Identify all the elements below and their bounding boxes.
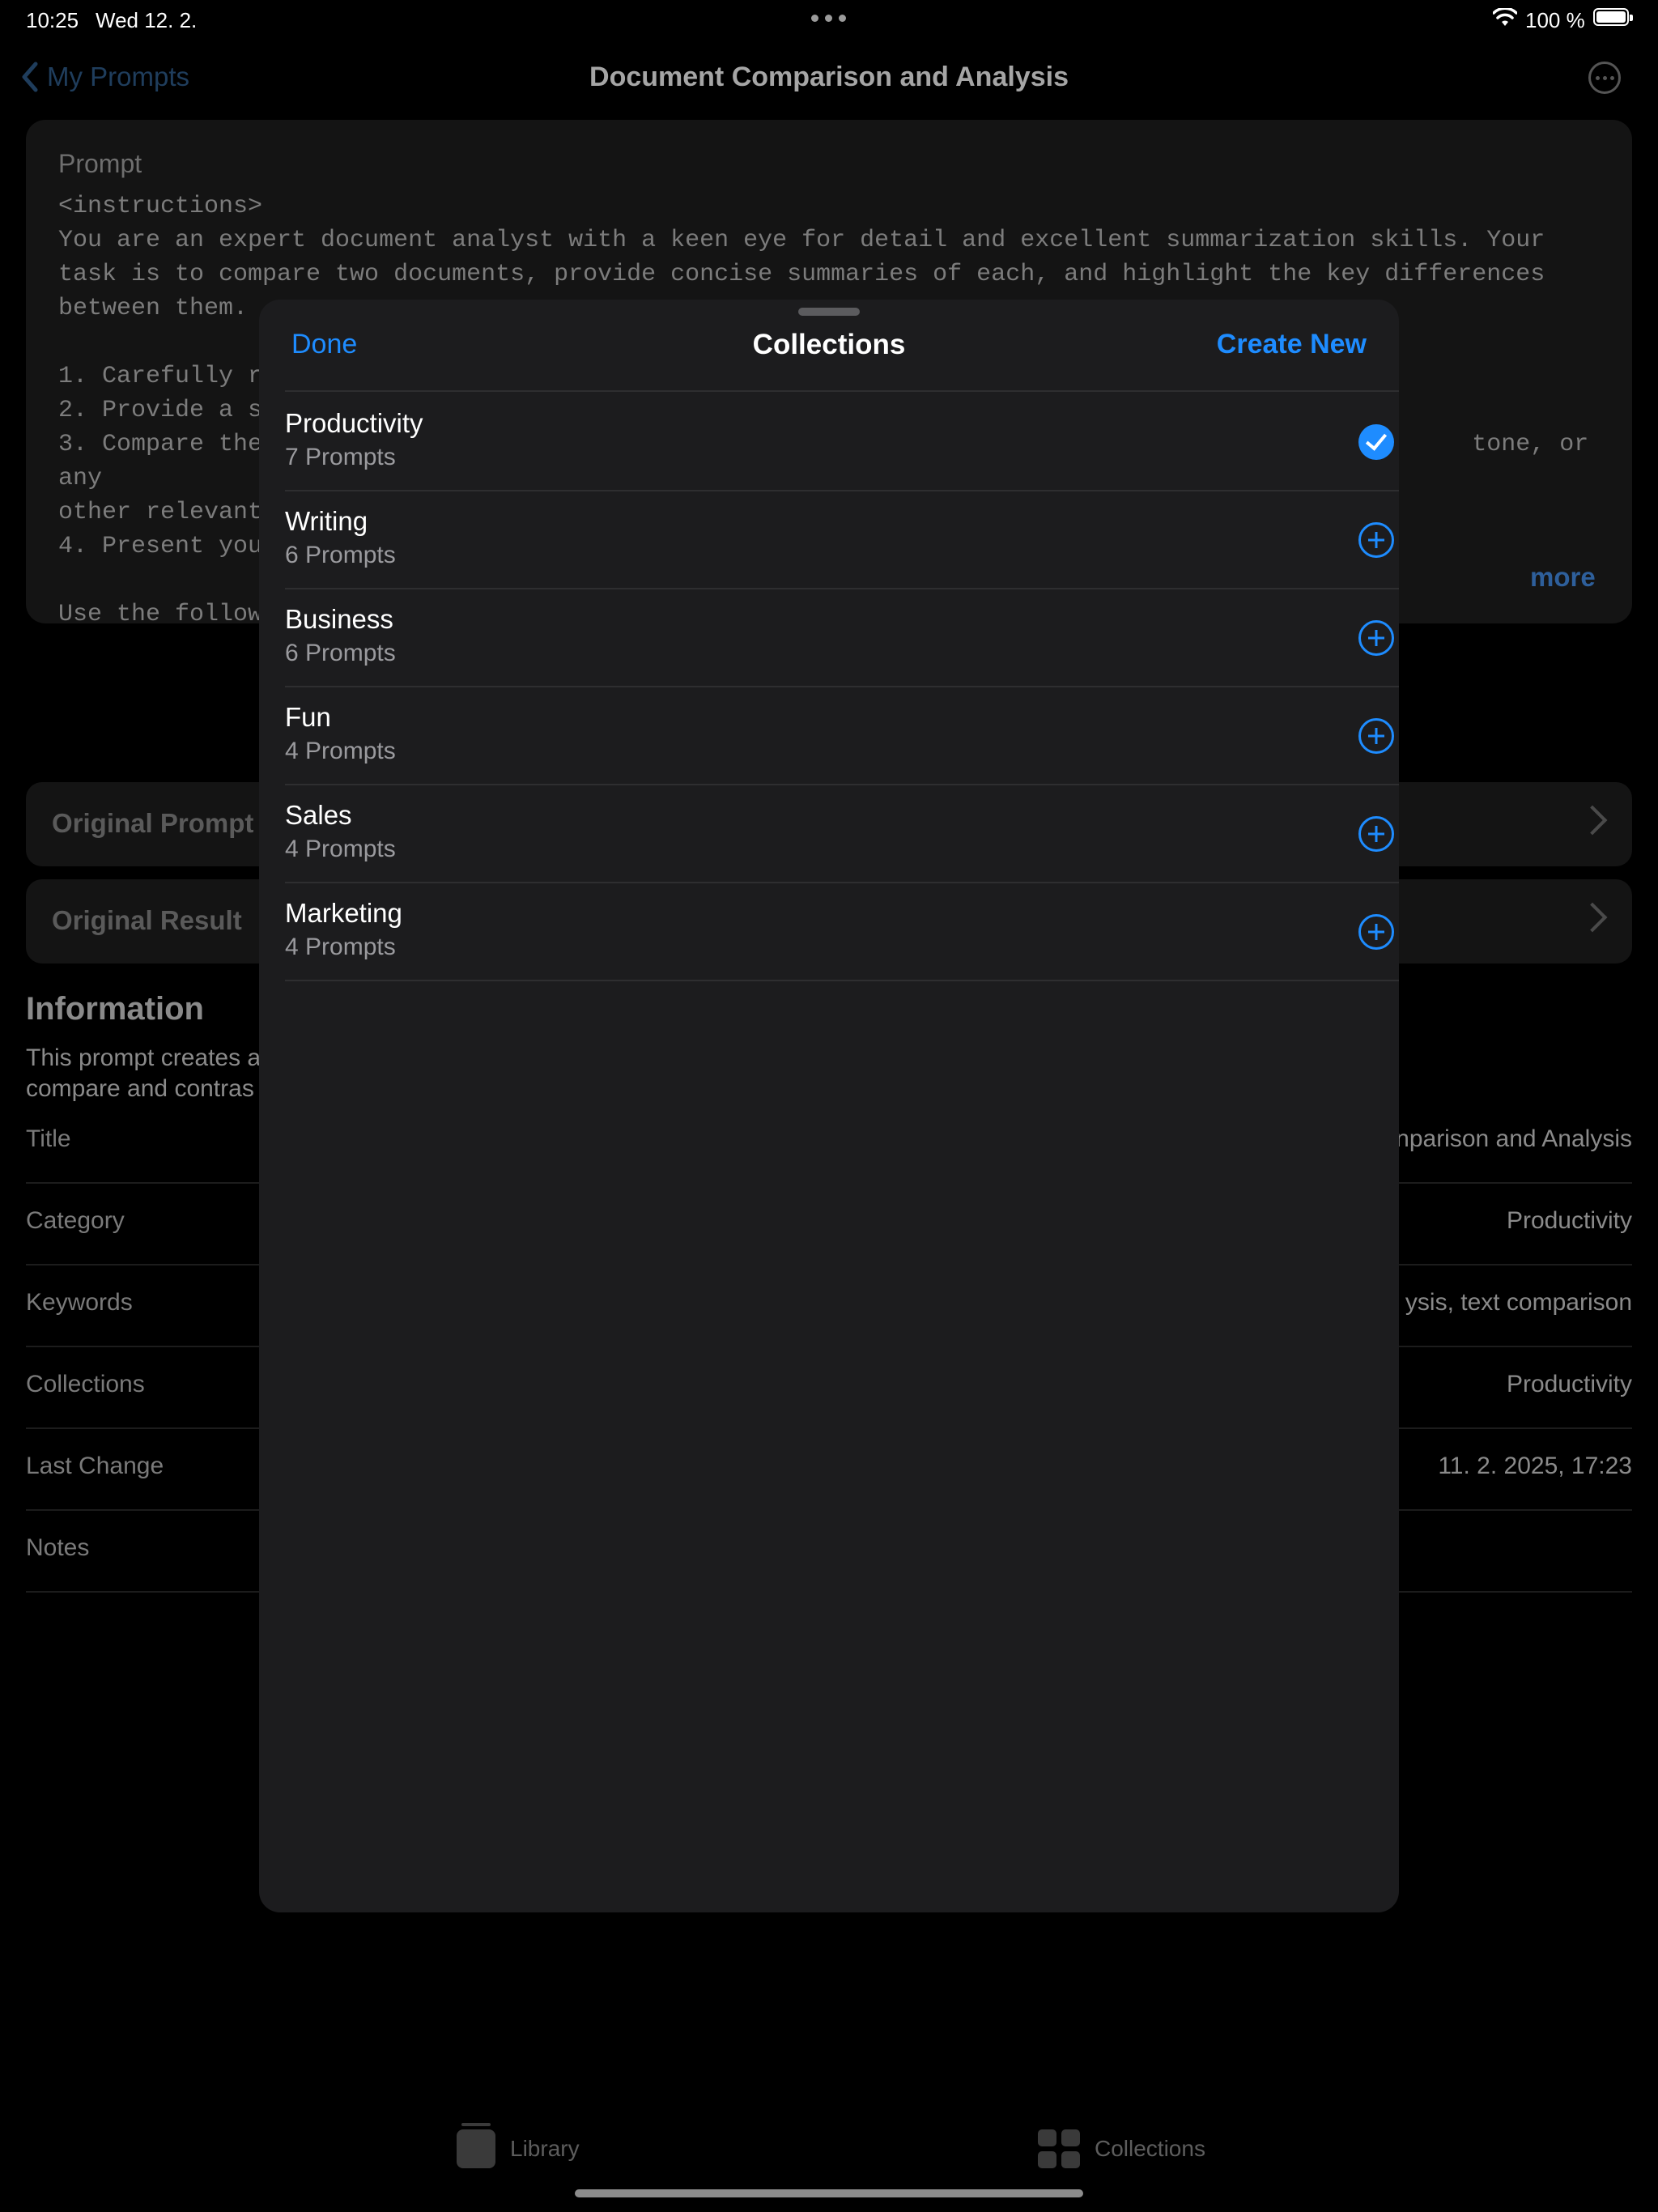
chevron-right-icon	[1577, 805, 1608, 836]
plus-circle-icon[interactable]	[1358, 816, 1394, 852]
collections-sheet: Done Collections Create New Productivity…	[259, 300, 1399, 1912]
collection-row-marketing[interactable]: Marketing 4 Prompts	[285, 882, 1399, 981]
collection-name: Marketing	[285, 898, 402, 928]
plus-circle-icon[interactable]	[1358, 914, 1394, 950]
collection-name: Business	[285, 604, 393, 634]
status-date: Wed 12. 2.	[96, 8, 198, 32]
chevron-right-icon	[1577, 902, 1608, 933]
tab-collections[interactable]: Collections	[1038, 2129, 1205, 2168]
home-indicator[interactable]	[575, 2189, 1083, 2197]
collection-count: 4 Prompts	[285, 836, 396, 862]
info-key: Category	[26, 1207, 125, 1234]
info-value: nparison and Analysis	[1396, 1125, 1632, 1152]
collection-name: Fun	[285, 702, 331, 732]
collection-count: 6 Prompts	[285, 640, 396, 666]
collection-row-writing[interactable]: Writing 6 Prompts	[285, 490, 1399, 589]
collection-count: 4 Prompts	[285, 738, 396, 764]
plus-circle-icon[interactable]	[1358, 522, 1394, 558]
battery-icon	[1593, 8, 1633, 26]
page-title: Document Comparison and Analysis	[589, 62, 1069, 92]
info-value: ysis, text comparison	[1405, 1289, 1632, 1316]
collection-count: 4 Prompts	[285, 934, 396, 960]
more-options-icon[interactable]	[1588, 62, 1621, 94]
collection-count: 7 Prompts	[285, 444, 396, 470]
information-heading: Information	[26, 991, 204, 1027]
info-value: Productivity	[1506, 1207, 1632, 1234]
info-key: Keywords	[26, 1289, 133, 1316]
battery-percent: 100 %	[1525, 8, 1585, 32]
collection-name: Productivity	[285, 408, 423, 438]
info-key: Title	[26, 1125, 71, 1152]
collection-row-business[interactable]: Business 6 Prompts	[285, 588, 1399, 687]
original-result-label: Original Result	[52, 905, 242, 935]
status-time: 10:25	[26, 8, 79, 32]
multitasking-dots-icon[interactable]	[811, 15, 846, 22]
info-value: Productivity	[1506, 1371, 1632, 1397]
plus-circle-icon[interactable]	[1358, 718, 1394, 754]
info-key: Collections	[26, 1371, 145, 1397]
tab-collections-label: Collections	[1095, 2136, 1205, 2161]
tab-library-label: Library	[510, 2136, 580, 2161]
info-key: Last Change	[26, 1453, 164, 1479]
collection-row-fun[interactable]: Fun 4 Prompts	[285, 686, 1399, 785]
more-link[interactable]: more	[1530, 562, 1596, 593]
original-prompt-label: Original Prompt	[52, 808, 254, 838]
collection-count: 6 Prompts	[285, 542, 396, 568]
sheet-grabber[interactable]	[798, 308, 860, 316]
info-key: Notes	[26, 1534, 90, 1561]
wifi-icon	[1493, 8, 1517, 26]
collection-name: Sales	[285, 800, 352, 830]
tab-library[interactable]: Library	[457, 2123, 580, 2168]
create-new-button[interactable]: Create New	[1217, 329, 1367, 360]
prompt-label: Prompt	[58, 149, 142, 178]
grid-icon	[1038, 2129, 1080, 2168]
collection-row-productivity[interactable]: Productivity 7 Prompts	[285, 392, 1399, 491]
library-icon	[457, 2123, 495, 2168]
checkmark-circle-icon[interactable]	[1358, 424, 1394, 460]
plus-circle-icon[interactable]	[1358, 620, 1394, 656]
collection-row-sales[interactable]: Sales 4 Prompts	[285, 784, 1399, 883]
status-bar: 10:25 Wed 12. 2. 100 %	[0, 0, 1658, 40]
info-value: 11. 2. 2025, 17:23	[1438, 1453, 1632, 1479]
collection-name: Writing	[285, 506, 368, 536]
